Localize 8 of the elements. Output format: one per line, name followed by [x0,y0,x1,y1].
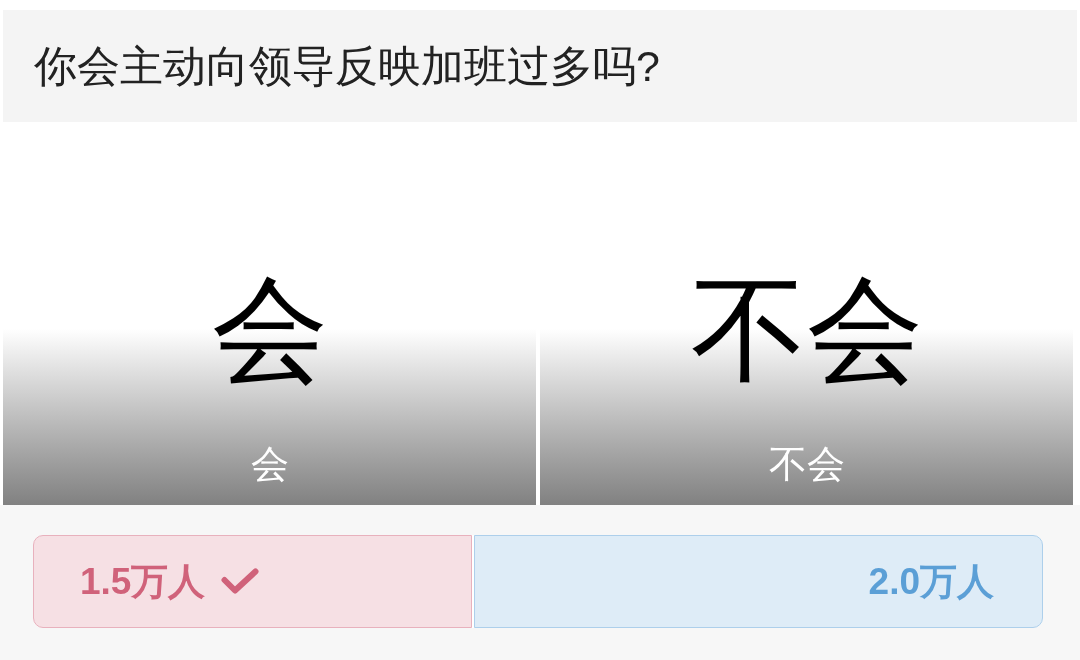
question-title: 你会主动向领导反映加班过多吗? [34,44,660,88]
calligraphy-text: 会 [211,272,328,388]
calligraphy-text: 不会 [690,272,923,388]
option-label: 不会 [768,445,845,483]
option-label: 会 [250,445,289,483]
check-icon [221,568,260,595]
vote-count: 1.5万人 [80,563,206,600]
vote-count: 2.0万人 [868,563,994,600]
